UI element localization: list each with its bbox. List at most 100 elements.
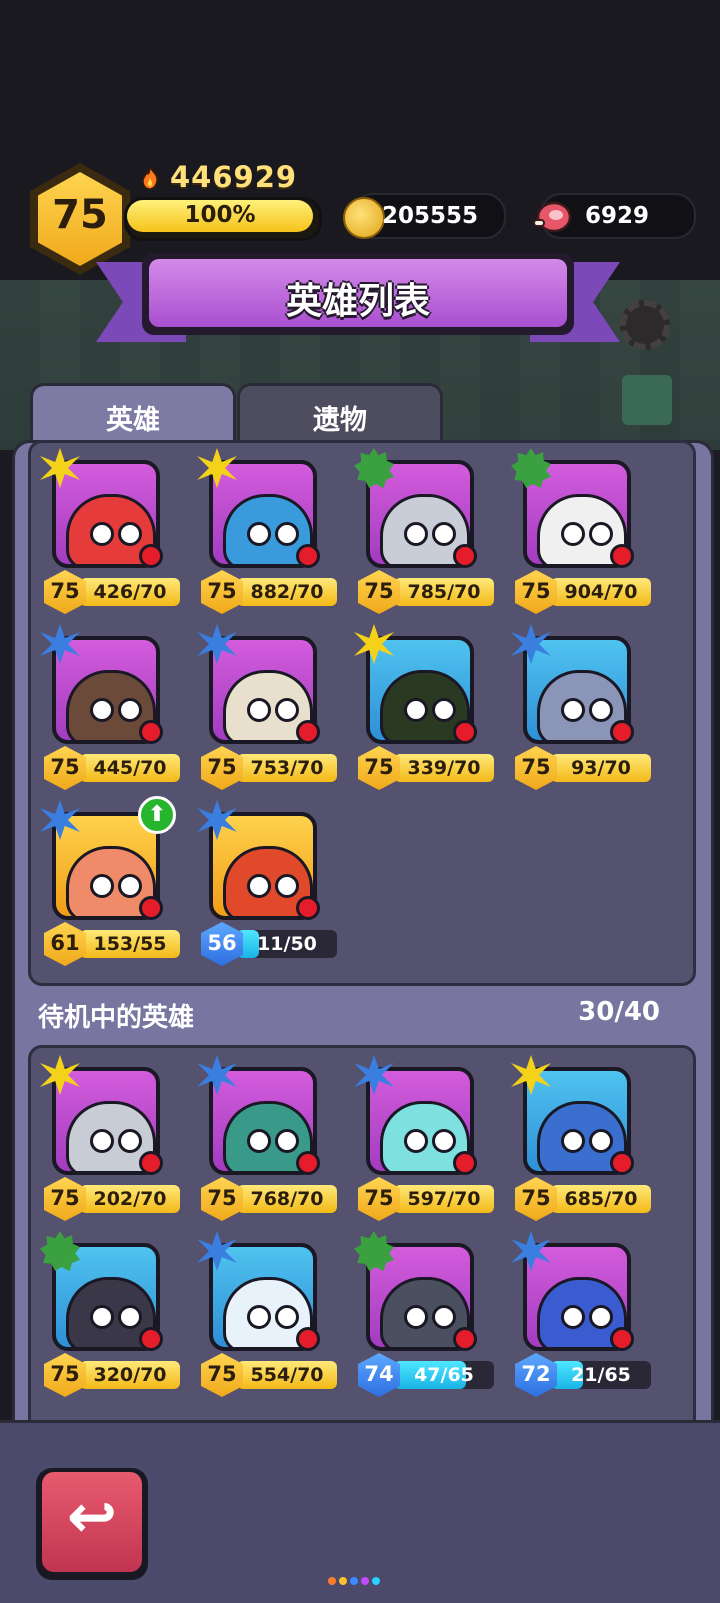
hero-level: 75 xyxy=(50,1362,80,1386)
notification-dot xyxy=(139,720,163,744)
hero-knight-card[interactable]: 202/70 75 xyxy=(40,1055,180,1221)
tab-heroes-label: 英雄 xyxy=(106,405,160,436)
hero-level: 75 xyxy=(50,755,80,779)
hero-snowman-card[interactable]: 554/70 75 xyxy=(197,1231,337,1397)
hero-green-hood-card[interactable]: 426/70 75 xyxy=(40,448,180,614)
hero-eye xyxy=(275,874,299,898)
hero-eye xyxy=(561,1129,585,1153)
gold-amount: 205555 xyxy=(382,203,479,229)
hero-eye xyxy=(404,1305,428,1329)
hero-dino-card[interactable]: 768/70 75 xyxy=(197,1055,337,1221)
combat-power: 446929 xyxy=(170,160,298,194)
notification-dot xyxy=(296,1327,320,1351)
hero-shard-progress: 93/70 xyxy=(571,757,631,779)
hero-lion-dancer-card[interactable]: 11/50 56 xyxy=(197,800,337,966)
hero-level: 61 xyxy=(50,931,80,955)
hero-eye xyxy=(90,874,114,898)
hero-eye xyxy=(118,522,142,546)
hero-level: 75 xyxy=(521,755,551,779)
hero-shard-progress: 11/50 xyxy=(257,933,317,955)
hero-robot-card[interactable]: 785/70 75 xyxy=(354,448,494,614)
hero-eye xyxy=(432,698,456,722)
hero-mech-card[interactable]: 320/70 75 xyxy=(40,1231,180,1397)
hero-level: 74 xyxy=(364,1362,394,1386)
hero-shard-progress: 320/70 xyxy=(93,1364,167,1386)
hero-eye xyxy=(589,1129,613,1153)
hero-mummy-card[interactable]: 753/70 75 xyxy=(197,624,337,790)
hero-storm-cloud-card[interactable]: 93/70 75 xyxy=(511,624,651,790)
notification-dot xyxy=(296,896,320,920)
hero-treant-card[interactable]: 445/70 75 xyxy=(40,624,180,790)
notification-dot xyxy=(139,1151,163,1175)
fire-icon xyxy=(142,166,158,190)
hero-eye xyxy=(247,1129,271,1153)
hero-level: 75 xyxy=(364,579,394,603)
hero-level: 75 xyxy=(207,579,237,603)
hero-eye xyxy=(432,1129,456,1153)
hero-level: 75 xyxy=(207,755,237,779)
tab-relics[interactable]: 遗物 xyxy=(237,383,443,448)
hero-viking-card[interactable]: 21/65 72 xyxy=(511,1231,651,1397)
meat-icon xyxy=(533,201,572,233)
notification-dot xyxy=(139,896,163,920)
hero-bunny-card[interactable]: 597/70 75 xyxy=(354,1055,494,1221)
hero-eye xyxy=(561,698,585,722)
hero-eye xyxy=(432,1305,456,1329)
tab-heroes[interactable]: 英雄 xyxy=(30,383,236,448)
hero-level: 72 xyxy=(521,1362,551,1386)
notification-dot xyxy=(610,1327,634,1351)
hero-eye xyxy=(118,874,142,898)
page-dot xyxy=(350,1577,358,1585)
standby-section-title: 待机中的英雄 xyxy=(38,1003,195,1033)
hero-blue-miner-card[interactable]: 882/70 75 xyxy=(197,448,337,614)
hero-eye xyxy=(589,1305,613,1329)
hero-shark-card[interactable]: 47/65 74 xyxy=(354,1231,494,1397)
hero-eye xyxy=(90,1305,114,1329)
hero-shard-progress: 445/70 xyxy=(93,757,167,779)
hero-leaf-bot-card[interactable]: 904/70 75 xyxy=(511,448,651,614)
hero-shard-progress: 47/65 xyxy=(414,1364,474,1386)
hero-eye xyxy=(561,1305,585,1329)
notification-dot xyxy=(139,1327,163,1351)
hero-level: 75 xyxy=(521,1186,551,1210)
hero-eye xyxy=(275,1129,299,1153)
standby-count: 30/40 xyxy=(578,997,660,1027)
hero-level: 75 xyxy=(207,1362,237,1386)
hero-eye xyxy=(247,1305,271,1329)
hero-level: 75 xyxy=(50,579,80,603)
xp-percent: 100% xyxy=(184,202,256,228)
player-level: 75 xyxy=(52,192,108,238)
hero-eye xyxy=(247,698,271,722)
hero-eye xyxy=(589,522,613,546)
hero-shard-progress: 685/70 xyxy=(564,1188,638,1210)
hero-shard-progress: 597/70 xyxy=(407,1188,481,1210)
gear-icon[interactable] xyxy=(620,300,670,350)
notification-dot xyxy=(296,1151,320,1175)
hero-eye xyxy=(90,522,114,546)
mail-icon[interactable] xyxy=(622,375,672,425)
hero-ninja-cat-card[interactable]: 339/70 75 xyxy=(354,624,494,790)
hero-eye xyxy=(404,698,428,722)
hero-eye xyxy=(118,1129,142,1153)
hero-shard-progress: 768/70 xyxy=(250,1188,324,1210)
hero-eye xyxy=(275,698,299,722)
hero-level: 75 xyxy=(521,579,551,603)
hero-shard-progress: 753/70 xyxy=(250,757,324,779)
page-dot xyxy=(339,1577,347,1585)
hero-bird-card[interactable]: ⬆ 153/55 61 xyxy=(40,796,180,966)
notification-dot xyxy=(610,544,634,568)
hero-eye xyxy=(118,698,142,722)
page-dot xyxy=(328,1577,336,1585)
notification-dot xyxy=(296,544,320,568)
hero-eye xyxy=(247,874,271,898)
notification-dot xyxy=(610,1151,634,1175)
hero-eye xyxy=(90,1129,114,1153)
back-arrow-icon: ↩ xyxy=(66,1482,118,1552)
hero-shard-progress: 554/70 xyxy=(250,1364,324,1386)
tab-relics-label: 遗物 xyxy=(313,405,367,436)
notification-dot xyxy=(453,544,477,568)
hero-samurai-card[interactable]: 685/70 75 xyxy=(511,1055,651,1221)
hero-shard-progress: 153/55 xyxy=(93,933,167,955)
hero-eye xyxy=(404,522,428,546)
hero-shard-progress: 785/70 xyxy=(407,581,481,603)
